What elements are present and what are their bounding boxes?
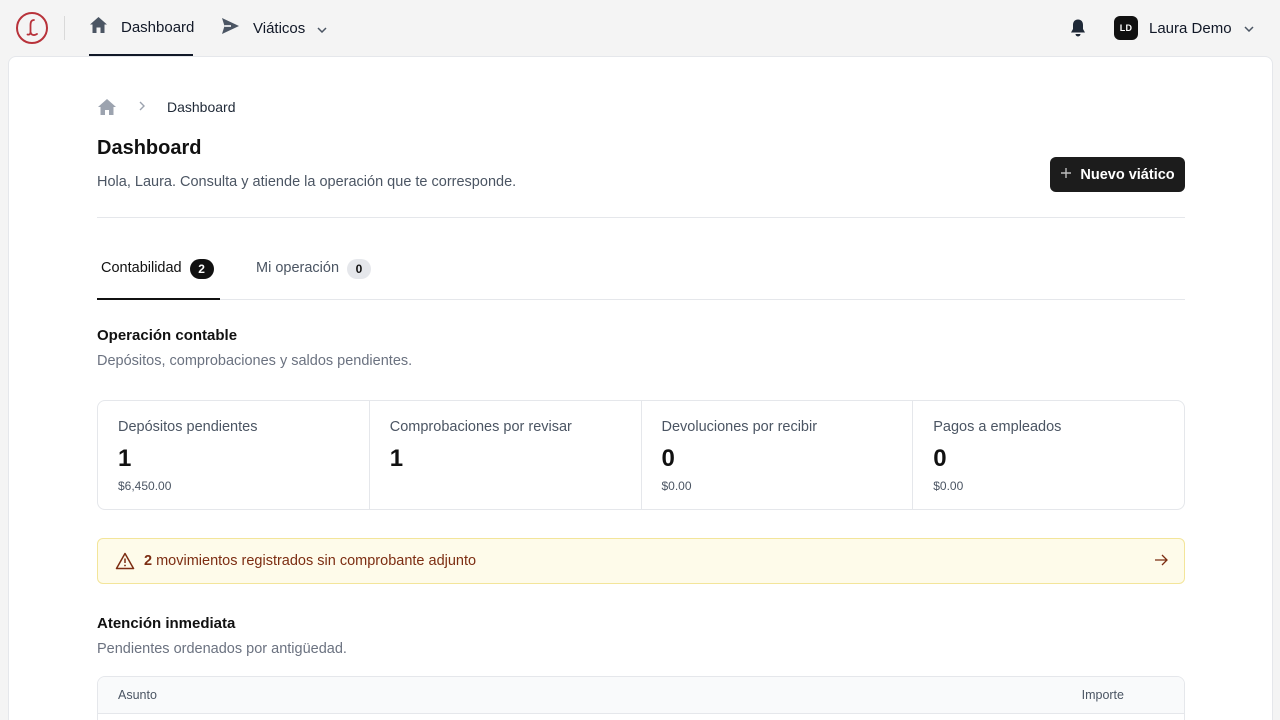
app-logo[interactable] xyxy=(16,12,48,44)
atencion-title: Atención inmediata xyxy=(97,615,236,632)
stat-card[interactable]: Pagos a empleados 0 $0.00 xyxy=(913,401,1184,509)
user-menu[interactable]: LD Laura Demo xyxy=(1114,16,1254,40)
page-title: Dashboard xyxy=(97,137,202,159)
table-header: Asunto Importe xyxy=(98,677,1184,714)
stat-amount: $0.00 xyxy=(933,479,964,493)
stat-card[interactable]: Comprobaciones por revisar 1 xyxy=(370,401,642,509)
arrow-right-icon xyxy=(1154,553,1168,571)
nav-divider xyxy=(64,16,65,40)
alert-text: 2 movimientos registrados sin comprobant… xyxy=(144,553,476,569)
pending-table: Asunto Importe xyxy=(97,676,1185,720)
tab-mi-operacion-count: 0 xyxy=(347,259,372,279)
chevron-down-icon xyxy=(1244,19,1254,37)
stat-value: 1 xyxy=(118,445,132,472)
warning-icon xyxy=(115,552,135,570)
tab-contabilidad-label: Contabilidad xyxy=(101,260,182,276)
tab-mi-operacion-label: Mi operación xyxy=(256,260,340,276)
tab-mi-operacion[interactable]: Mi operación 0 xyxy=(256,259,372,300)
stats-grid: Depósitos pendientes 1 $6,450.00 Comprob… xyxy=(97,400,1185,510)
page-subtitle: Hola, Laura. Consulta y atiende la opera… xyxy=(97,174,517,190)
column-header-importe[interactable]: Importe xyxy=(1082,688,1124,702)
new-viatico-button[interactable]: Nuevo viático xyxy=(1050,157,1185,192)
stat-amount: $6,450.00 xyxy=(118,479,172,493)
stat-amount: $0.00 xyxy=(661,479,692,493)
nav-viaticos-label: Viáticos xyxy=(253,19,306,37)
missing-receipts-alert[interactable]: 2 movimientos registrados sin comprobant… xyxy=(97,538,1185,584)
tabs: Contabilidad 2 Mi operación 0 xyxy=(97,259,1185,300)
nav-dashboard[interactable]: Dashboard xyxy=(89,0,195,56)
stat-label: Devoluciones por recibir xyxy=(661,419,818,435)
stat-value: 0 xyxy=(933,445,947,472)
plus-icon xyxy=(1060,167,1072,183)
avatar: LD xyxy=(1114,16,1138,40)
user-name: Laura Demo xyxy=(1149,19,1232,37)
tab-contabilidad[interactable]: Contabilidad 2 xyxy=(97,259,220,300)
breadcrumb-chevron-right-icon xyxy=(139,98,145,116)
stat-label: Depósitos pendientes xyxy=(118,419,258,435)
atencion-subtitle: Pendientes ordenados por antigüedad. xyxy=(97,641,347,657)
logo-icon xyxy=(26,19,38,36)
home-icon xyxy=(89,16,108,38)
tab-contabilidad-count: 2 xyxy=(189,259,214,279)
new-viatico-label: Nuevo viático xyxy=(1080,166,1175,183)
breadcrumb-current[interactable]: Dashboard xyxy=(167,99,236,115)
operacion-title: Operación contable xyxy=(97,327,238,344)
alert-message: movimientos registrados sin comprobante … xyxy=(152,553,477,569)
send-icon xyxy=(221,17,240,39)
nav-viaticos[interactable]: Viáticos xyxy=(221,0,327,56)
notifications-bell-icon[interactable] xyxy=(1069,18,1087,38)
stat-label: Pagos a empleados xyxy=(933,419,1062,435)
breadcrumb: Dashboard xyxy=(97,98,236,116)
top-navigation: Dashboard Viáticos LD Laura Demo xyxy=(0,0,1280,56)
stat-value: 0 xyxy=(661,445,675,472)
column-header-asunto[interactable]: Asunto xyxy=(118,688,157,702)
stat-card[interactable]: Depósitos pendientes 1 $6,450.00 xyxy=(98,401,370,509)
nav-dashboard-label: Dashboard xyxy=(121,18,195,36)
stat-card[interactable]: Devoluciones por recibir 0 $0.00 xyxy=(642,401,914,509)
header-divider xyxy=(97,217,1185,218)
chevron-down-icon xyxy=(317,20,327,37)
alert-count: 2 xyxy=(144,553,153,569)
operacion-subtitle: Depósitos, comprobaciones y saldos pendi… xyxy=(97,353,413,369)
main-card: Dashboard Dashboard Hola, Laura. Consult… xyxy=(8,56,1273,720)
stat-label: Comprobaciones por revisar xyxy=(389,419,572,435)
stat-value: 1 xyxy=(389,445,404,472)
breadcrumb-home-icon[interactable] xyxy=(97,98,117,116)
